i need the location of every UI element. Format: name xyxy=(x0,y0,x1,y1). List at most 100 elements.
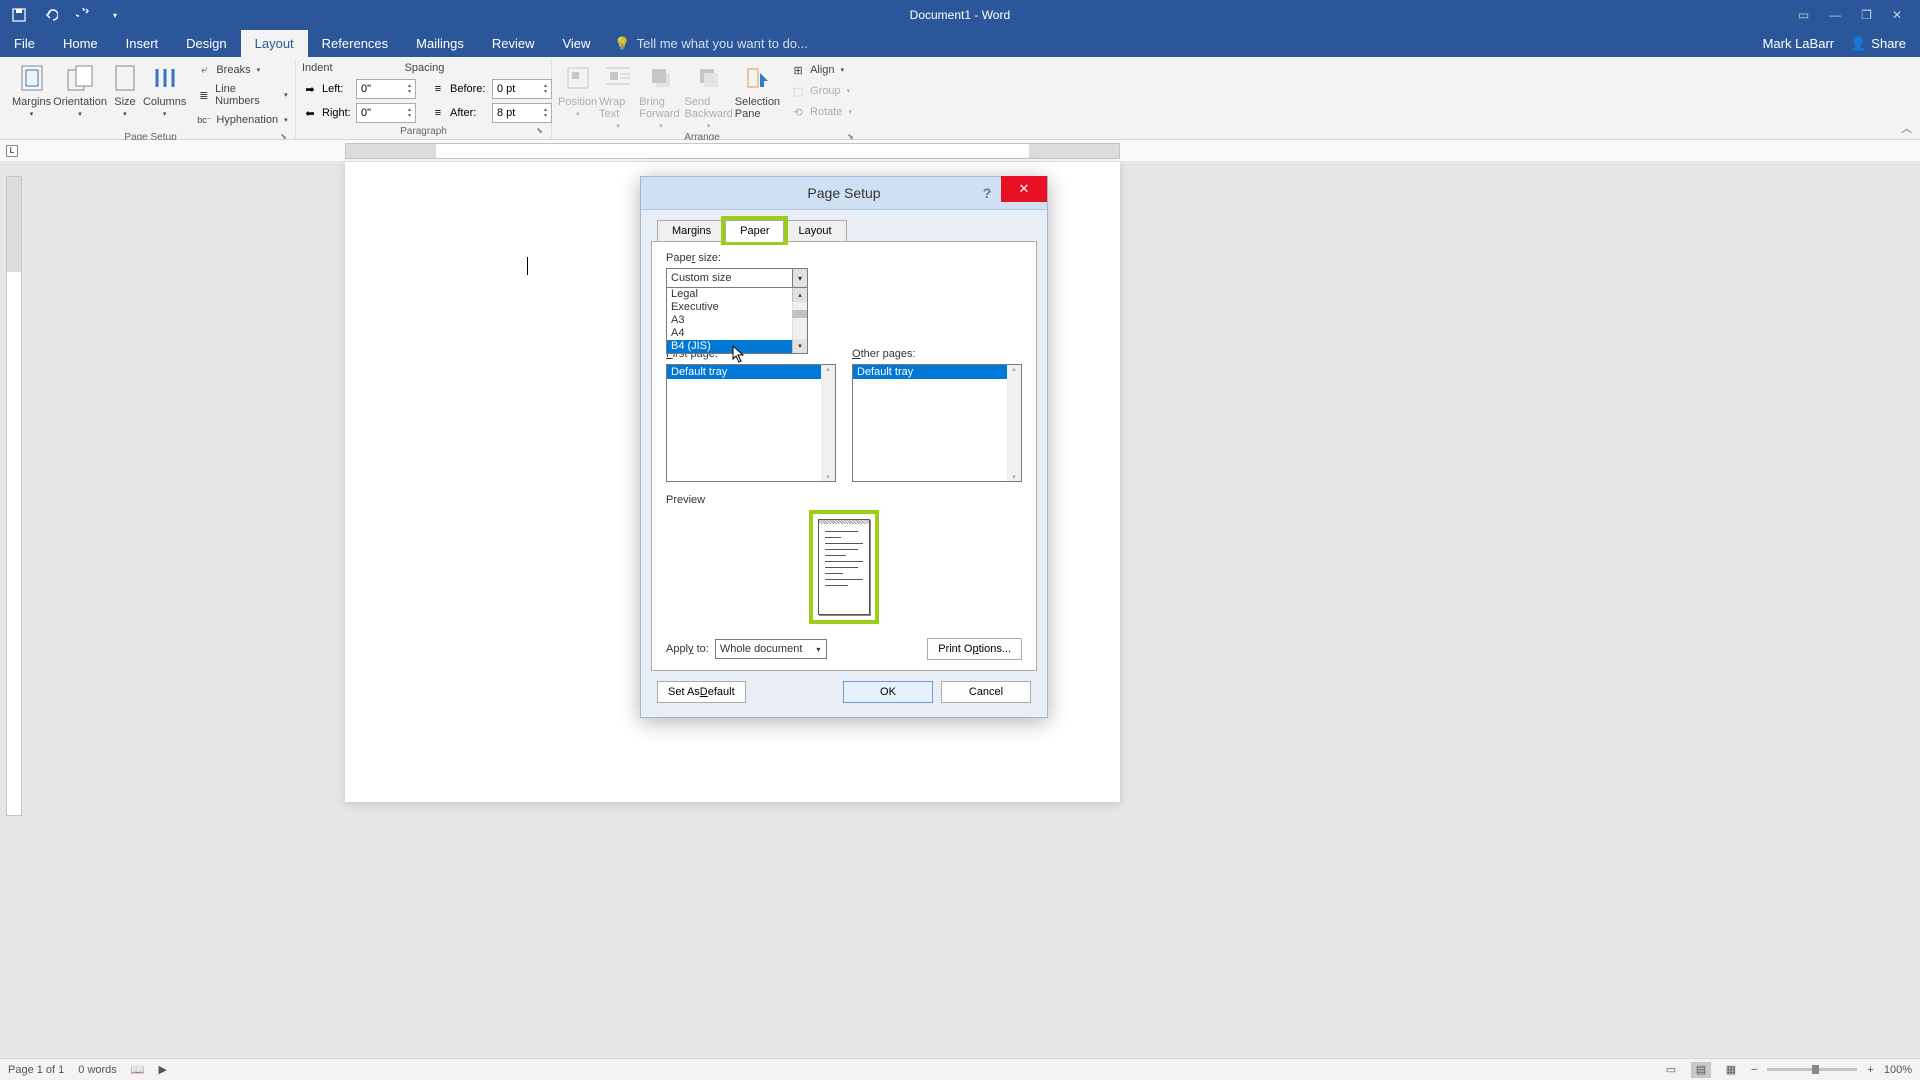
option-executive[interactable]: Executive xyxy=(667,301,807,314)
align-button[interactable]: ⊞Align▾ xyxy=(786,60,856,80)
dialog-title: Page Setup xyxy=(807,185,880,201)
ribbon-display-icon[interactable]: ▭ xyxy=(1798,8,1809,22)
other-pages-label: Other pages: xyxy=(852,348,1022,360)
word-count[interactable]: 0 words xyxy=(78,1064,117,1076)
indent-right-label: Right: xyxy=(322,107,352,119)
dialog-titlebar[interactable]: Page Setup ? ✕ xyxy=(641,177,1047,210)
lightbulb-icon: 💡 xyxy=(614,36,630,52)
size-button[interactable]: Size▾ xyxy=(109,60,141,118)
tab-design[interactable]: Design xyxy=(172,30,240,57)
tell-me-search[interactable]: 💡 Tell me what you want to do... xyxy=(604,30,807,57)
undo-icon[interactable] xyxy=(44,8,58,22)
dialog-tab-layout[interactable]: Layout xyxy=(783,220,846,241)
bring-forward-button: Bring Forward▾ xyxy=(639,60,682,130)
tab-mailings[interactable]: Mailings xyxy=(402,30,478,57)
qat-dropdown-icon[interactable]: ▾ xyxy=(108,8,122,22)
macro-icon[interactable]: ▶ xyxy=(159,1063,167,1076)
save-icon[interactable] xyxy=(12,8,26,22)
scroll-down-icon[interactable]: ▾ xyxy=(821,473,835,481)
user-name[interactable]: Mark LaBarr xyxy=(1763,36,1835,51)
print-layout-icon[interactable]: ▤ xyxy=(1691,1062,1711,1078)
margins-button[interactable]: Margins▾ xyxy=(12,60,51,118)
paragraph-group-label[interactable]: Paragraph xyxy=(302,124,545,139)
apply-to-dropdown[interactable]: Whole document ▾ xyxy=(715,639,827,659)
send-backward-button: Send Backward▾ xyxy=(685,60,733,130)
columns-button[interactable]: Columns▾ xyxy=(143,60,186,118)
zoom-out-icon[interactable]: − xyxy=(1751,1064,1757,1076)
chevron-down-icon: ▾ xyxy=(792,269,807,287)
tab-home[interactable]: Home xyxy=(49,30,112,57)
option-b4-jis[interactable]: B4 (JIS) xyxy=(667,340,807,353)
scroll-up-icon[interactable]: ▴ xyxy=(821,365,835,373)
cancel-button[interactable]: Cancel xyxy=(941,681,1031,703)
paper-size-listbox[interactable]: Legal Executive A3 A4 B4 (JIS) ▴ ▾ xyxy=(666,287,808,354)
page-setup-dialog: Page Setup ? ✕ Margins Paper Layout Pape… xyxy=(640,176,1048,718)
scroll-up-icon[interactable]: ▴ xyxy=(1007,365,1021,373)
line-numbers-button[interactable]: ≣Line Numbers▾ xyxy=(192,81,291,109)
ok-button[interactable]: OK xyxy=(843,681,933,703)
before-label: Before: xyxy=(450,83,488,95)
align-icon: ⊞ xyxy=(790,62,806,78)
line-numbers-icon: ≣ xyxy=(196,87,211,103)
zoom-level[interactable]: 100% xyxy=(1884,1064,1912,1076)
zoom-in-icon[interactable]: + xyxy=(1867,1064,1873,1076)
dialog-help-icon[interactable]: ? xyxy=(975,181,999,205)
page-count[interactable]: Page 1 of 1 xyxy=(8,1064,64,1076)
text-cursor xyxy=(527,257,528,275)
read-mode-icon[interactable]: ▭ xyxy=(1661,1062,1681,1078)
web-layout-icon[interactable]: ▦ xyxy=(1721,1062,1741,1078)
horizontal-ruler-area: L xyxy=(0,140,1920,162)
dropdown-scrollbar[interactable] xyxy=(792,302,807,339)
share-button[interactable]: 👤 Share xyxy=(1850,36,1906,52)
option-a3[interactable]: A3 xyxy=(667,314,807,327)
redo-icon[interactable] xyxy=(76,8,90,22)
scroll-down-icon[interactable]: ▾ xyxy=(1007,473,1021,481)
close-window-icon[interactable]: ✕ xyxy=(1892,8,1902,22)
spell-check-icon[interactable]: 📖 xyxy=(131,1063,145,1076)
horizontal-ruler[interactable] xyxy=(345,143,1120,159)
indent-left-input[interactable]: 0"▴▾ xyxy=(356,79,416,99)
rotate-icon: ⟲ xyxy=(790,104,806,120)
indent-right-input[interactable]: 0"▴▾ xyxy=(356,103,416,123)
print-options-button[interactable]: Print Options... xyxy=(927,638,1022,660)
spacing-before-input[interactable]: 0 pt▴▾ xyxy=(492,79,552,99)
selection-pane-button[interactable]: Selection Pane xyxy=(735,60,780,120)
hyphenation-button[interactable]: bc⁻Hyphenation▾ xyxy=(192,110,291,130)
dialog-close-button[interactable]: ✕ xyxy=(1001,176,1047,202)
maximize-icon[interactable]: ❐ xyxy=(1861,8,1872,22)
ribbon-body: Margins▾ Orientation▾ Size▾ Columns▾ ⤶Br… xyxy=(0,57,1920,140)
rotate-button: ⟲Rotate▾ xyxy=(786,102,856,122)
scroll-down-icon[interactable]: ▾ xyxy=(792,339,807,353)
tab-layout[interactable]: Layout xyxy=(241,30,308,57)
vertical-ruler[interactable] xyxy=(6,176,22,816)
breaks-button[interactable]: ⤶Breaks▾ xyxy=(192,60,291,80)
wrap-text-button: Wrap Text▾ xyxy=(599,60,637,130)
dialog-tab-paper[interactable]: Paper xyxy=(725,220,784,241)
first-page-default-tray[interactable]: Default tray xyxy=(667,365,822,379)
status-bar: Page 1 of 1 0 words 📖 ▶ ▭ ▤ ▦ − + 100% xyxy=(0,1058,1920,1080)
orientation-button[interactable]: Orientation▾ xyxy=(53,60,107,118)
paper-size-dropdown[interactable]: Custom size ▾ xyxy=(666,268,808,288)
tab-references[interactable]: References xyxy=(308,30,402,57)
tab-insert[interactable]: Insert xyxy=(112,30,173,57)
other-pages-default-tray[interactable]: Default tray xyxy=(853,365,1008,379)
tab-view[interactable]: View xyxy=(548,30,604,57)
spacing-after-input[interactable]: 8 pt▴▾ xyxy=(492,103,552,123)
after-label: After: xyxy=(450,107,488,119)
scroll-up-icon[interactable]: ▴ xyxy=(792,288,807,302)
minimize-icon[interactable]: ― xyxy=(1829,8,1841,22)
option-a4[interactable]: A4 xyxy=(667,327,807,340)
dialog-tab-margins[interactable]: Margins xyxy=(657,220,726,241)
option-legal[interactable]: Legal xyxy=(667,288,807,301)
group-icon: ⬚ xyxy=(790,83,806,99)
other-pages-list[interactable]: Default tray ▴ ▾ xyxy=(852,364,1022,482)
tab-selector[interactable]: L xyxy=(6,145,18,157)
tab-review[interactable]: Review xyxy=(478,30,549,57)
preview-thumbnail xyxy=(818,519,870,615)
scrollbar-thumb[interactable] xyxy=(792,310,807,318)
set-as-default-button[interactable]: Set As Default xyxy=(657,681,746,703)
collapse-ribbon-icon[interactable]: ︿ xyxy=(1901,120,1912,136)
zoom-slider[interactable] xyxy=(1767,1068,1857,1071)
tab-file[interactable]: File xyxy=(0,30,49,57)
first-page-list[interactable]: Default tray ▴ ▾ xyxy=(666,364,836,482)
